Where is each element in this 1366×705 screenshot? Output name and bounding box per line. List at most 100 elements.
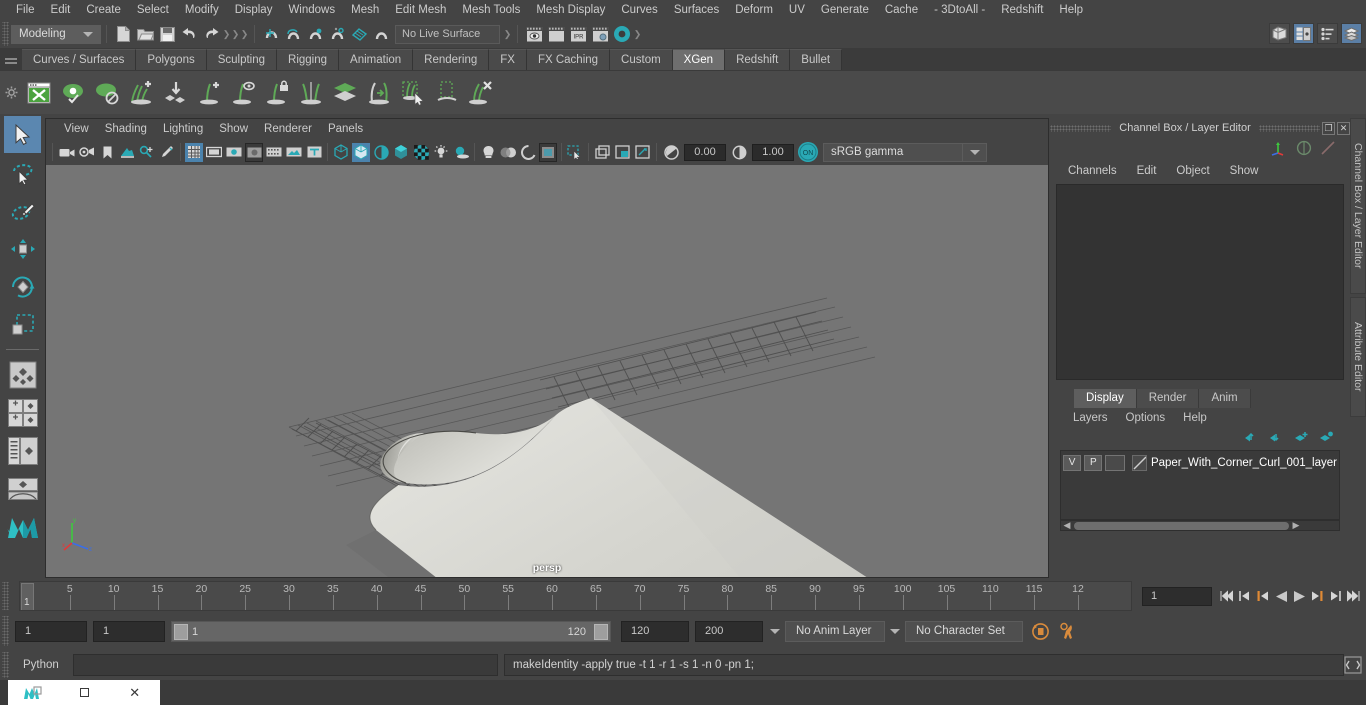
restore-icon[interactable] (59, 680, 110, 705)
layer-menu-options[interactable]: Options (1117, 412, 1175, 424)
film-gate-icon[interactable] (205, 143, 223, 162)
collapse-arrow-1-icon[interactable]: ❯ (222, 24, 231, 44)
menu-set-selector[interactable]: Modeling (11, 24, 101, 44)
menu-curves[interactable]: Curves (613, 0, 665, 20)
tab-render[interactable]: Render (1136, 389, 1200, 408)
snap-to-projected-center-icon[interactable] (326, 23, 348, 45)
close-icon[interactable]: ✕ (109, 680, 160, 705)
redo-icon[interactable] (200, 23, 222, 45)
screen-space-ao-icon[interactable] (479, 143, 497, 162)
bookmark-icon[interactable] (98, 143, 116, 162)
multisample-icon[interactable] (519, 143, 537, 162)
motion-blur-icon[interactable] (499, 143, 517, 162)
undo-icon[interactable] (178, 23, 200, 45)
render-settings-icon[interactable] (589, 23, 611, 45)
channel-box-menu-show[interactable]: Show (1220, 165, 1269, 177)
layer-list[interactable]: V P Paper_With_Corner_Curl_001_layer (1060, 450, 1340, 520)
xray-icon[interactable] (593, 143, 611, 162)
preview-refresh-icon[interactable] (56, 75, 90, 111)
channel-box-icon[interactable] (1341, 23, 1362, 44)
shelf-tab-sculpting[interactable]: Sculpting (206, 49, 278, 70)
disable-preview-icon[interactable] (90, 75, 124, 111)
grease-pencil-icon[interactable] (158, 143, 176, 162)
play-backwards-icon[interactable] (1273, 586, 1289, 606)
color-management-on-icon[interactable]: ON (798, 142, 818, 162)
collection-icon[interactable] (328, 75, 362, 111)
grid-toggle-icon[interactable] (185, 142, 203, 162)
range-end-field[interactable]: 120 (621, 620, 689, 642)
channel-box-slider-icon[interactable] (1320, 140, 1336, 159)
layer-shading-toggle[interactable] (1105, 454, 1126, 471)
move-layer-down-icon[interactable] (1269, 431, 1284, 446)
axis-gizmo-icon[interactable] (1270, 140, 1288, 159)
menu-surfaces[interactable]: Surfaces (666, 0, 727, 20)
exposure-icon[interactable] (662, 143, 680, 162)
shelf-options-gear-icon[interactable] (0, 71, 22, 115)
wireframe-icon[interactable] (332, 143, 350, 162)
image-plane-toggle-icon[interactable] (285, 143, 303, 162)
lasso-select-tool[interactable] (4, 154, 41, 191)
outliner-persp-layout[interactable] (4, 432, 41, 469)
time-slider-track[interactable]: 1 5 10 15 20 25 30 35 40 45 50 55 60 65 70 75 80 85 90 95 1… (19, 581, 1132, 611)
channel-box-menu-object[interactable]: Object (1166, 165, 1219, 177)
shelf-tab-bullet[interactable]: Bullet (790, 49, 843, 70)
flat-shade-icon[interactable] (392, 143, 410, 162)
collapse-arrow-5-icon[interactable]: ❯ (633, 24, 642, 44)
shelf-tab-curves-surfaces[interactable]: Curves / Surfaces (22, 49, 137, 70)
menu-deform[interactable]: Deform (727, 0, 781, 20)
vtab-channel-box-layer-editor[interactable]: Channel Box / Layer Editor (1350, 118, 1366, 294)
viewport-3d-canvas[interactable]: y z x persp (46, 165, 1048, 577)
command-language-label[interactable]: Python (9, 659, 73, 671)
viewport-menu-panels[interactable]: Panels (320, 123, 371, 135)
command-result-field[interactable]: makeIdentity -apply true -t 1 -r 1 -s 1 … (504, 654, 1344, 676)
statusbar-gripper[interactable] (2, 22, 9, 46)
image-plane-icon[interactable] (118, 143, 136, 162)
render-current-frame-icon[interactable] (523, 23, 545, 45)
menu-edit[interactable]: Edit (43, 0, 79, 20)
viewport-menu-lighting[interactable]: Lighting (155, 123, 211, 135)
exposure-field[interactable]: 0.00 (684, 143, 726, 161)
time-slider-playhead[interactable]: 1 (21, 583, 34, 610)
attribute-editor-icon[interactable] (1293, 23, 1314, 44)
textured-icon[interactable] (412, 143, 430, 162)
convert-to-interactive-icon[interactable] (362, 75, 396, 111)
time-slider-gripper[interactable] (2, 582, 9, 610)
viewport-menu-shading[interactable]: Shading (97, 123, 155, 135)
anim-layer-chevron-down-icon[interactable] (765, 621, 785, 642)
make-live-icon[interactable] (370, 23, 392, 45)
shelf-tab-fx-caching[interactable]: FX Caching (526, 49, 611, 70)
step-back-frame-icon[interactable] (1255, 586, 1271, 606)
range-slider-bar[interactable]: 1 120 (171, 620, 611, 642)
channel-box-menu-channels[interactable]: Channels (1058, 165, 1127, 177)
menu-edit-mesh[interactable]: Edit Mesh (387, 0, 454, 20)
delete-guides-icon[interactable] (464, 75, 498, 111)
depth-of-field-icon[interactable] (539, 142, 557, 162)
shelf-tab-rigging[interactable]: Rigging (277, 49, 340, 70)
scrollbar-thumb[interactable] (1074, 521, 1289, 530)
new-scene-icon[interactable] (112, 23, 134, 45)
select-tool[interactable] (4, 116, 41, 153)
add-description-icon[interactable] (124, 75, 158, 111)
menu-create[interactable]: Create (78, 0, 129, 20)
menu-cache[interactable]: Cache (877, 0, 926, 20)
chevron-down-icon[interactable] (79, 26, 97, 43)
select-region-icon[interactable] (430, 75, 464, 111)
panel-drag-dots-right[interactable] (1258, 124, 1320, 132)
shelf-tab-fx[interactable]: FX (489, 49, 527, 70)
animation-preferences-icon[interactable] (1057, 620, 1079, 642)
menu-3dtoall[interactable]: - 3DtoAll - (926, 0, 993, 20)
hypershade-icon[interactable] (611, 23, 633, 45)
layer-menu-layers[interactable]: Layers (1064, 412, 1117, 424)
collapse-arrow-2-icon[interactable]: ❯ (231, 24, 240, 44)
step-back-key-icon[interactable] (1237, 586, 1253, 606)
shelf-tab-xgen[interactable]: XGen (672, 49, 726, 70)
select-camera-icon[interactable] (58, 143, 76, 162)
move-layer-up-icon[interactable] (1244, 431, 1259, 446)
layer-visibility-toggle[interactable]: V (1063, 454, 1082, 471)
move-tool[interactable] (4, 230, 41, 267)
range-start-field[interactable]: 1 (93, 620, 165, 642)
xgen-editor-icon[interactable] (22, 75, 56, 111)
menu-windows[interactable]: Windows (280, 0, 343, 20)
gamma-field[interactable]: 1.00 (752, 143, 794, 161)
step-forward-key-icon[interactable] (1327, 586, 1343, 606)
